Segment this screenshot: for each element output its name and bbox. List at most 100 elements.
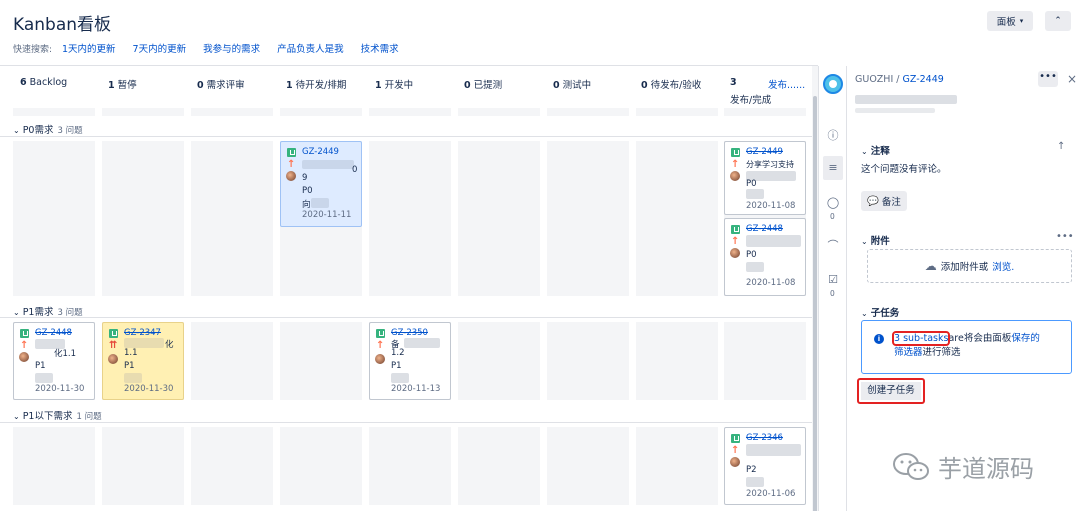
comment-count-badge: 0 xyxy=(830,212,835,221)
board-cell xyxy=(458,141,540,296)
card-summary: 分享学习支持 xyxy=(746,160,794,169)
info-icon[interactable]: ⓘ xyxy=(826,129,840,143)
issue-key[interactable]: GZ-2448 xyxy=(35,328,72,338)
swimlane-divider xyxy=(0,317,818,318)
board-cell xyxy=(369,141,451,296)
card-date: 2020-11-30 xyxy=(35,384,85,394)
attachments-section-header[interactable]: ⌄ 附件 xyxy=(861,233,890,247)
attachment-dropzone[interactable]: ☁ 添加附件或 浏览. xyxy=(867,249,1072,283)
issue-card-gz-2449[interactable]: GZ-2449 ↑ 分享学习支持 P0 2020-11-08 xyxy=(724,141,806,215)
board-menu-button[interactable]: 面板 ▾ xyxy=(987,11,1033,31)
attachment-icon[interactable]: ⌒ xyxy=(826,239,840,253)
redacted-owner xyxy=(391,373,409,383)
issue-key[interactable]: GZ-2350 xyxy=(391,328,428,338)
double-chevron-up-icon: ⌃ xyxy=(1054,16,1062,26)
issue-key-link[interactable]: GZ-2449 xyxy=(903,74,944,85)
issue-card-gz-2449-selected[interactable]: GZ-2449 ↑ 0 9 P0 向 2020-11-11 xyxy=(280,141,362,227)
story-icon xyxy=(287,148,296,157)
quick-filter-product-owner[interactable]: 产品负责人是我 xyxy=(277,41,344,55)
attachments-more-button[interactable]: ••• xyxy=(1056,231,1074,242)
issue-key[interactable]: GZ-2346 xyxy=(746,433,783,443)
subtasks-text-end: 进行筛选 xyxy=(922,347,961,358)
issue-card-gz-2346[interactable]: GZ-2346 ↑ P2 2020-11-06 xyxy=(724,427,806,505)
issue-card-gz-2350[interactable]: GZ-2350 ↑ 备 1.2 P1 2020-11-13 xyxy=(369,322,451,400)
swimlane-p0[interactable]: ⌄ P0需求 3 问题 xyxy=(13,122,83,136)
board-cell xyxy=(13,427,95,505)
chevron-down-icon: ⌄ xyxy=(13,126,20,135)
create-subtask-label: 创建子任务 xyxy=(861,382,921,400)
issue-key[interactable]: GZ-2448 xyxy=(746,224,783,234)
chevron-down-icon: ⌄ xyxy=(861,147,868,156)
collapse-header-button[interactable]: ⌃ xyxy=(1045,11,1071,31)
quick-filters: 1天内的更新 7天内的更新 我参与的需求 产品负责人是我 技术需求 xyxy=(62,41,399,55)
card-line: 1.1 xyxy=(124,348,138,358)
sort-arrow-icon[interactable]: ↑ xyxy=(1057,141,1065,152)
swimlane-count: 1 问题 xyxy=(76,412,102,422)
column-name: 发布/完成 xyxy=(730,95,772,106)
quick-filter-involved[interactable]: 我参与的需求 xyxy=(203,41,260,55)
column-header-todo: 1 待开发/排期 xyxy=(286,77,346,91)
quick-filter-tech[interactable]: 技术需求 xyxy=(361,41,399,55)
issue-card-gz-2347[interactable]: GZ-2347 ⇈ 化 1.1 P1 2020-11-30 xyxy=(102,322,184,400)
add-note-button[interactable]: 💬 备注 xyxy=(861,191,907,211)
issue-card-gz-2448[interactable]: GZ-2448 ↑ P0 2020-11-08 xyxy=(724,218,806,296)
card-priority: P0 xyxy=(746,250,757,260)
assignee-avatar xyxy=(730,457,740,467)
details-icon[interactable]: ≡ xyxy=(823,156,843,180)
swimlane-below-p1[interactable]: ⌄ P1以下需求 1 问题 xyxy=(13,408,102,422)
board-cell xyxy=(636,322,718,400)
speech-bubble-icon: 💬 xyxy=(867,195,879,207)
board-cell xyxy=(280,427,362,505)
board-cell xyxy=(191,427,273,505)
browse-link[interactable]: 浏览. xyxy=(992,259,1014,273)
issue-card-gz-2448-p1[interactable]: GZ-2448 ↑ 化1.1 P1 2020-11-30 xyxy=(13,322,95,400)
filter-link[interactable]: 筛选器 xyxy=(894,347,923,358)
issue-key[interactable]: GZ-2449 xyxy=(302,147,339,157)
issue-key[interactable]: GZ-2347 xyxy=(124,328,161,338)
kanban-board-page: Kanban看板 快速搜索: 1天内的更新 7天内的更新 我参与的需求 产品负责… xyxy=(0,0,1080,511)
board-cell xyxy=(547,427,629,505)
project-name[interactable]: GUOZHI xyxy=(855,74,893,85)
subtasks-link[interactable]: 3 sub-tasks xyxy=(891,331,951,346)
issue-key[interactable]: GZ-2449 xyxy=(746,147,783,157)
saved-filter-link[interactable]: 保存的 xyxy=(1011,333,1040,344)
column-name: 待发布/验收 xyxy=(650,80,702,91)
redacted-owner xyxy=(124,373,142,383)
board-cell xyxy=(458,322,540,400)
column-strip xyxy=(13,108,95,116)
comments-section-header[interactable]: ⌄ 注释 xyxy=(861,143,890,157)
swimlane-divider xyxy=(0,422,818,423)
redacted-owner xyxy=(746,262,764,272)
subtasks-info-message: i 3 sub-tasksare将会由面板保存的 筛选器进行筛选 xyxy=(861,320,1072,374)
card-date: 2020-11-06 xyxy=(746,489,796,499)
board-cell xyxy=(724,322,806,400)
column-count: 1 xyxy=(286,80,293,91)
board-cell xyxy=(102,141,184,296)
cloud-upload-icon: ☁ xyxy=(924,259,937,273)
column-count: 0 xyxy=(553,80,560,91)
dropzone-text: 添加附件或 xyxy=(940,262,989,273)
create-subtask-button[interactable]: 创建子任务 xyxy=(857,378,925,404)
assignee-avatar xyxy=(375,354,385,364)
column-count: 1 xyxy=(108,80,115,91)
card-date: 2020-11-08 xyxy=(746,201,796,211)
comment-icon[interactable]: ◯ xyxy=(826,196,840,210)
chevron-down-icon: ⌄ xyxy=(861,309,868,318)
issue-breadcrumb: GUOZHI / GZ-2449 xyxy=(855,74,944,85)
swimlane-p1[interactable]: ⌄ P1需求 3 问题 xyxy=(13,304,83,318)
column-header-backlog: 6 Backlog xyxy=(20,77,67,88)
subtasks-section-header[interactable]: ⌄ 子任务 xyxy=(861,305,899,319)
story-icon xyxy=(731,434,740,443)
column-name: 需求评审 xyxy=(206,80,245,91)
release-link[interactable]: 发布...... xyxy=(768,77,805,91)
quick-filter-1day[interactable]: 1天内的更新 xyxy=(62,41,116,55)
story-icon xyxy=(731,148,740,157)
issue-detail-panel: ⓘ ≡ ◯ 0 ⌒ ☑ 0 GUOZHI / GZ-2449 ••• × ⌄ 注释… xyxy=(818,66,1080,511)
close-icon[interactable]: × xyxy=(1067,72,1077,86)
subtasks-info-text: 3 sub-tasksare将会由面板保存的 筛选器进行筛选 xyxy=(891,331,1064,360)
checklist-icon[interactable]: ☑ xyxy=(826,273,840,287)
quick-filter-7days[interactable]: 7天内的更新 xyxy=(133,41,187,55)
more-actions-button[interactable]: ••• xyxy=(1038,71,1058,87)
quick-search-label: 快速搜索: xyxy=(13,45,53,55)
card-owner: 向 xyxy=(302,200,311,210)
